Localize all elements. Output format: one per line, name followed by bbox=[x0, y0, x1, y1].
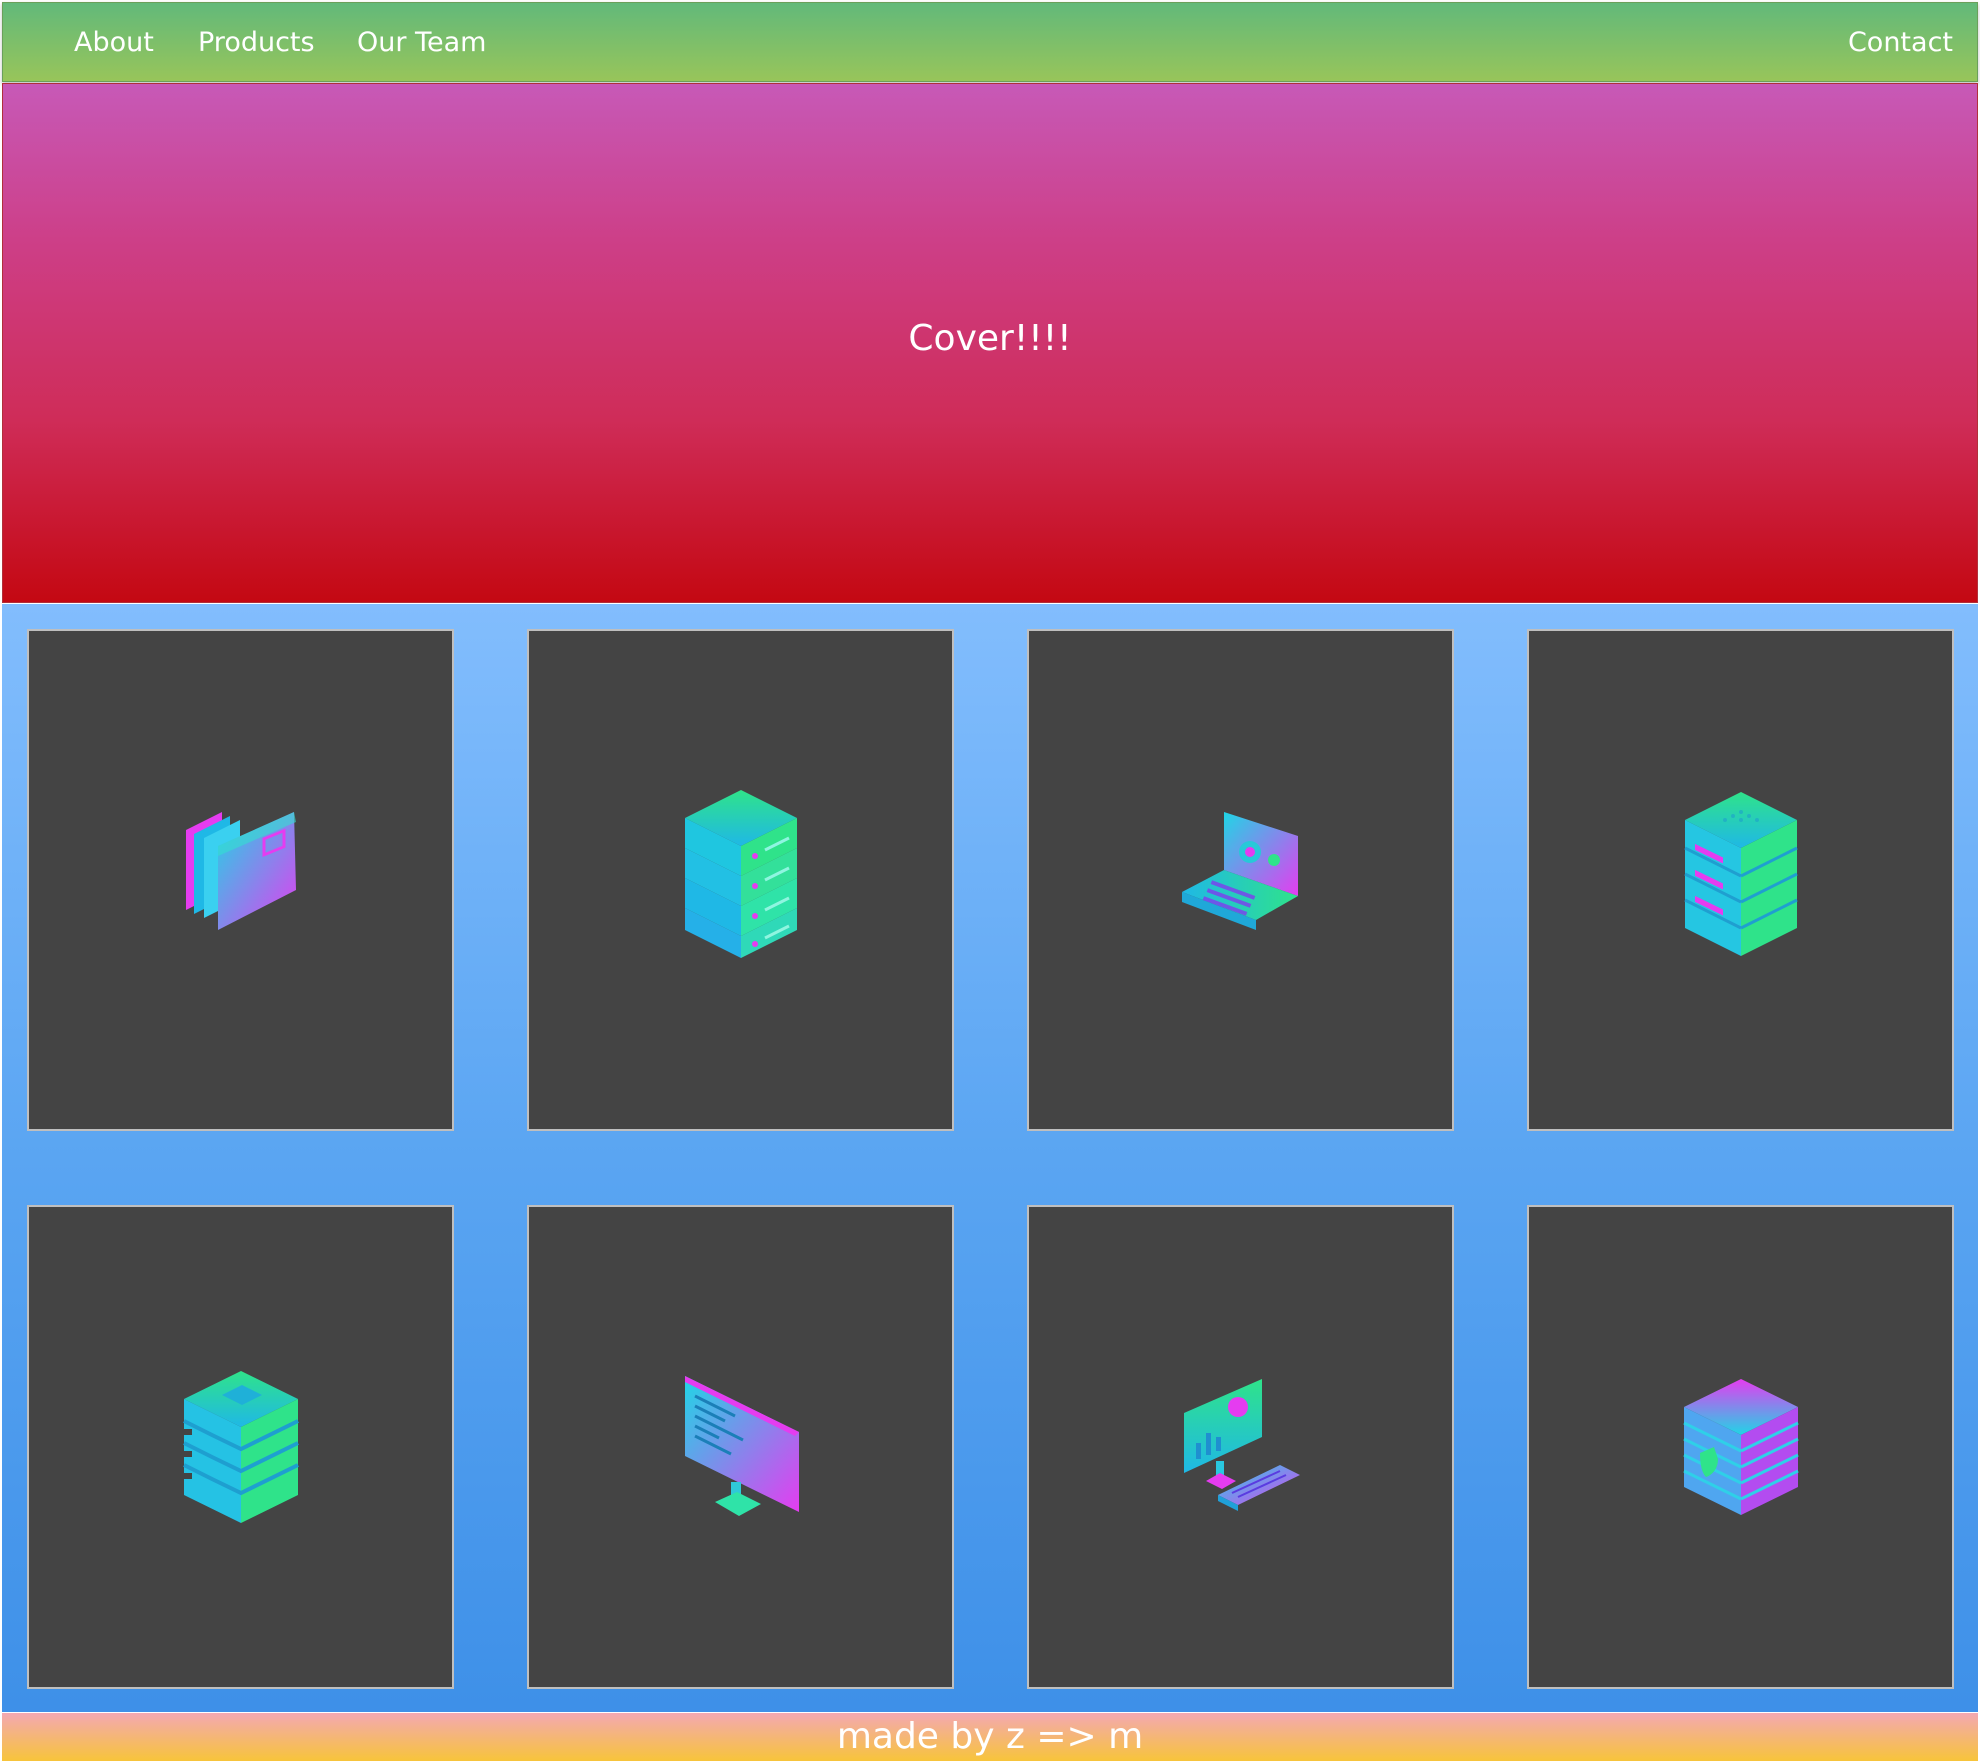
security-server-icon bbox=[1682, 1379, 1799, 1515]
product-card-5[interactable] bbox=[27, 1205, 454, 1689]
product-card-1[interactable] bbox=[27, 629, 454, 1131]
products-grid bbox=[2, 604, 1978, 1712]
product-card-7[interactable] bbox=[1027, 1205, 1454, 1689]
laptop-settings-icon bbox=[1181, 812, 1298, 930]
nav-link-contact[interactable]: Contact bbox=[1848, 3, 1953, 83]
product-card-8[interactable] bbox=[1527, 1205, 1954, 1689]
product-card-4[interactable] bbox=[1527, 629, 1954, 1131]
product-card-6[interactable] bbox=[527, 1205, 954, 1689]
hero-title: Cover!!!! bbox=[908, 318, 1072, 359]
folders-icon bbox=[185, 812, 296, 930]
nav-link-products[interactable]: Products bbox=[198, 3, 315, 83]
footer-credit: made by z => m bbox=[836, 1716, 1144, 1757]
analytics-workstation-icon bbox=[1183, 1379, 1300, 1511]
hero-cover: Cover!!!! bbox=[2, 83, 1978, 603]
code-monitor-icon bbox=[684, 1376, 799, 1516]
database-icon bbox=[181, 1371, 299, 1523]
footer: made by z => m bbox=[2, 1713, 1978, 1761]
page: About Products Our Team Contact Cover!!!… bbox=[0, 0, 1980, 1761]
product-card-2[interactable] bbox=[527, 629, 954, 1131]
nav-link-our-team[interactable]: Our Team bbox=[357, 3, 486, 83]
server-stack-icon bbox=[684, 790, 797, 958]
product-card-3[interactable] bbox=[1027, 629, 1454, 1131]
server-rack-icon bbox=[1683, 792, 1798, 956]
top-navbar: About Products Our Team Contact bbox=[2, 2, 1978, 82]
nav-link-about[interactable]: About bbox=[74, 3, 154, 83]
